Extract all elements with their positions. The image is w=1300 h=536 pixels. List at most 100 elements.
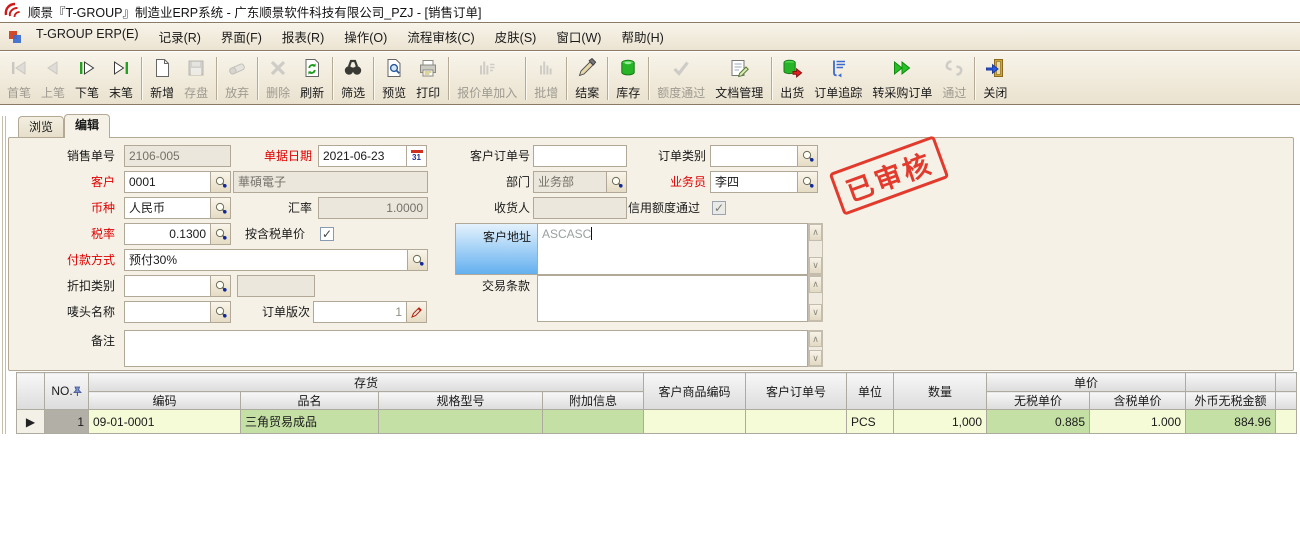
remark-scrollbar[interactable]: ∧ ∨ — [808, 330, 823, 367]
trade-terms-textarea[interactable] — [537, 275, 808, 322]
lookup-button[interactable] — [797, 172, 817, 192]
toolbar-last-record-button[interactable]: 末笔 — [104, 54, 138, 103]
toolbar-separator — [648, 57, 649, 100]
cell-price-ex: 0.885 — [987, 410, 1090, 434]
scroll-up-button[interactable]: ∧ — [809, 224, 822, 241]
order-type-field[interactable] — [710, 145, 818, 167]
lookup-button[interactable] — [797, 146, 817, 166]
toolbar-label: 出货 — [780, 86, 804, 101]
magnifier-icon — [214, 279, 228, 293]
lookup-button[interactable] — [210, 224, 230, 244]
toolbar-ship-button[interactable]: 出货 — [775, 54, 809, 103]
doc-date-value[interactable]: 2021-06-23 — [319, 146, 406, 166]
salesman-label: 业务员 — [655, 171, 706, 193]
toolbar-preview-button[interactable]: 预览 — [377, 54, 411, 103]
col-group-inventory: 存货 — [89, 373, 644, 392]
cell-unit[interactable]: PCS — [847, 410, 894, 434]
currency-field[interactable]: 人民币 — [124, 197, 231, 219]
scroll-up-button[interactable]: ∧ — [809, 331, 822, 347]
toolbar-refresh-button[interactable]: 刷新 — [295, 54, 329, 103]
newdoc-icon — [151, 57, 173, 79]
scroll-down-button[interactable]: ∨ — [809, 257, 822, 274]
menu-item-operation[interactable]: 操作(O) — [334, 23, 397, 50]
cust-order-no-label: 客户订单号 — [455, 145, 530, 167]
tax-included-checkbox[interactable]: ✓ — [320, 227, 334, 241]
toolbar-filter-button[interactable]: 筛选 — [336, 54, 370, 103]
sales-no-field: 2106-005 — [124, 145, 231, 167]
toolbar-label: 关闭 — [983, 86, 1007, 101]
scroll-up-button[interactable]: ∧ — [809, 276, 822, 293]
lookup-button[interactable] — [407, 250, 427, 270]
toolbar-next-record-button[interactable]: 下笔 — [70, 54, 104, 103]
menu-item-flow-audit[interactable]: 流程审核(C) — [397, 23, 484, 50]
customer-code-field[interactable]: 0001 — [124, 171, 231, 193]
mark-name-field[interactable] — [124, 301, 231, 323]
discard-icon — [226, 57, 248, 79]
toolbar-close-case-button[interactable]: 结案 — [570, 54, 604, 103]
calendar-button[interactable]: 31 — [406, 146, 426, 166]
toolbar-close-button[interactable]: 关闭 — [978, 54, 1012, 103]
menu-item-interface[interactable]: 界面(F) — [211, 23, 272, 50]
col-header-name: 品名 — [241, 392, 379, 410]
menu-item-report[interactable]: 报表(R) — [272, 23, 334, 50]
cell-cust-order[interactable] — [746, 410, 847, 434]
version-edit-button[interactable] — [406, 302, 426, 322]
order-version-field[interactable]: 1 — [313, 301, 427, 323]
payment-field[interactable]: 预付30% — [124, 249, 428, 271]
menu-item-window[interactable]: 窗口(W) — [546, 23, 611, 50]
cell-qty[interactable]: 1,000 — [894, 410, 987, 434]
cell-cust-code[interactable] — [644, 410, 746, 434]
lookup-button[interactable] — [606, 172, 626, 192]
cell-price-inc[interactable]: 1.000 — [1090, 410, 1186, 434]
discount-type-field[interactable] — [124, 275, 231, 297]
menu-item-record[interactable]: 记录(R) — [149, 23, 211, 50]
toolbar-new-button[interactable]: 新增 — [145, 54, 179, 103]
toolbar-inventory-button[interactable]: 库存 — [611, 54, 645, 103]
row-selector-header — [17, 373, 45, 410]
grid-row[interactable]: ▶ 1 09-01-0001 三角贸易成品 PCS 1,000 0.885 1.… — [17, 410, 1297, 434]
tax-included-label: 按含税单价 — [245, 223, 317, 245]
lookup-button[interactable] — [210, 198, 230, 218]
menu-item-help[interactable]: 帮助(H) — [611, 23, 673, 50]
batchadd-icon — [535, 57, 557, 79]
col-header-amount-spacer — [1186, 373, 1276, 392]
trade-terms-scrollbar[interactable]: ∧ ∨ — [808, 275, 823, 322]
credit-pass-checkbox[interactable]: ✓ — [712, 201, 726, 215]
lookup-button[interactable] — [210, 302, 230, 322]
tax-rate-field[interactable]: 0.1300 — [124, 223, 231, 245]
cust-address-scrollbar[interactable]: ∧ ∨ — [808, 223, 823, 275]
payment-label: 付款方式 — [45, 249, 115, 271]
cust-address-textarea[interactable]: ASCASC — [537, 223, 808, 275]
menu-item-skin[interactable]: 皮肤(S) — [485, 23, 547, 50]
toolbar-separator — [448, 57, 449, 100]
cell-code[interactable]: 09-01-0001 — [89, 410, 241, 434]
col-header-spec: 规格型号 — [379, 392, 543, 410]
lookup-button[interactable] — [210, 276, 230, 296]
toolbar-order-track-button[interactable]: 订单追踪 — [809, 54, 867, 103]
scroll-down-button[interactable]: ∨ — [809, 350, 822, 366]
toolbar-to-purchase-button[interactable]: 转采购订单 — [867, 54, 937, 103]
salesman-field[interactable]: 李四 — [710, 171, 818, 193]
app-logo-icon — [4, 2, 22, 21]
toolbar-label: 报价单加入 — [457, 86, 517, 101]
topurchase-icon — [891, 57, 913, 79]
toolbar-doc-manage-button[interactable]: 文档管理 — [710, 54, 768, 103]
remark-textarea[interactable] — [124, 330, 808, 367]
discount-type-extra-field — [237, 275, 315, 297]
tab-edit[interactable]: 编辑 — [64, 114, 110, 138]
toolbar-label: 删除 — [266, 86, 290, 101]
row-selector-arrow[interactable]: ▶ — [17, 410, 45, 434]
doc-date-label: 单据日期 — [250, 145, 312, 167]
magnifier-icon — [801, 149, 815, 163]
department-field: 业务部 — [533, 171, 627, 193]
doc-date-field[interactable]: 2021-06-23 31 — [318, 145, 427, 167]
tab-browse[interactable]: 浏览 — [18, 116, 64, 137]
currency-label: 币种 — [65, 197, 115, 219]
scroll-down-button[interactable]: ∨ — [809, 304, 822, 321]
lookup-button[interactable] — [210, 172, 230, 192]
first-icon — [8, 57, 30, 79]
toolbar-print-button[interactable]: 打印 — [411, 54, 445, 103]
menu-item-tgroup-erp[interactable]: T-GROUP ERP(E) — [26, 23, 149, 50]
cust-order-no-field[interactable] — [533, 145, 627, 167]
toolbar-label: 刷新 — [300, 86, 324, 101]
